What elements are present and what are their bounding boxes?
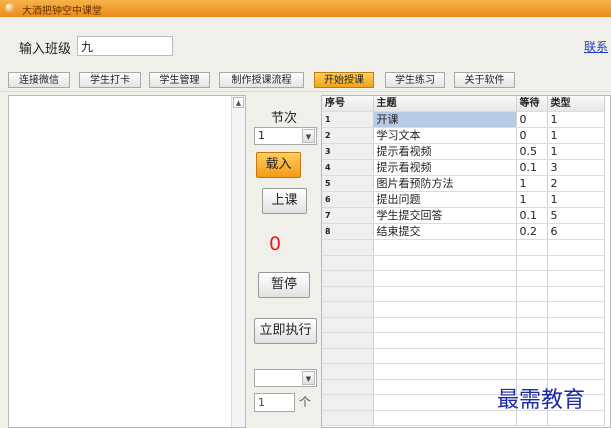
cell-topic[interactable]: 结束提交 bbox=[373, 223, 517, 240]
cell-wait[interactable]: 1 bbox=[516, 175, 548, 192]
cell-wait[interactable]: 0.2 bbox=[516, 223, 548, 240]
cell-wait[interactable]: 1 bbox=[516, 191, 548, 208]
cell-topic[interactable]: 图片看预防方法 bbox=[373, 175, 517, 192]
table-row[interactable]: 8 结束提交 0.2 6 bbox=[322, 223, 605, 240]
cell-type[interactable]: 6 bbox=[547, 223, 605, 240]
row-number: 7 bbox=[322, 207, 374, 224]
table-row-empty[interactable] bbox=[322, 239, 605, 256]
cell-type[interactable]: 1 bbox=[547, 143, 605, 160]
window-title: 大酒把钟空中课堂 bbox=[22, 6, 102, 17]
table-row[interactable]: 2 学习文本 0 1 bbox=[322, 127, 605, 144]
row-number: 3 bbox=[322, 143, 374, 160]
cell-wait[interactable]: 0.1 bbox=[516, 207, 548, 224]
cell-topic[interactable]: 提示看视频 bbox=[373, 143, 517, 160]
column-header-type[interactable]: 类型 bbox=[547, 96, 605, 112]
cell-topic[interactable]: 提示看视频 bbox=[373, 159, 517, 176]
cell-topic[interactable]: 提出问题 bbox=[373, 191, 517, 208]
extra-select[interactable]: ▼ bbox=[254, 369, 317, 387]
message-panel[interactable]: ▲ bbox=[8, 95, 246, 428]
chevron-down-icon[interactable]: ▼ bbox=[302, 129, 315, 143]
table-row[interactable]: 3 提示看视频 0.5 1 bbox=[322, 143, 605, 160]
class-input-label: 输入班级 bbox=[19, 42, 72, 57]
table-row-empty[interactable] bbox=[322, 286, 605, 302]
cell-wait[interactable]: 0.5 bbox=[516, 143, 548, 160]
row-number: 1 bbox=[322, 111, 374, 128]
cell-topic[interactable]: 学生提交回答 bbox=[373, 207, 517, 224]
row-number: 4 bbox=[322, 159, 374, 176]
contact-link[interactable]: 联系 bbox=[584, 38, 608, 55]
execute-now-button[interactable]: 立即执行 bbox=[254, 318, 317, 344]
about-software-button[interactable]: 关于软件 bbox=[454, 72, 515, 88]
cell-type[interactable]: 1 bbox=[547, 111, 605, 128]
message-panel-scrollbar[interactable]: ▲ bbox=[231, 96, 245, 427]
table-header-row: 序号 主题 等待 类型 bbox=[322, 96, 605, 112]
main-toolbar: 连接微信 学生打卡 学生管理 制作授课流程 开始授课 学生练习 关于软件 bbox=[0, 72, 611, 89]
scroll-up-icon[interactable]: ▲ bbox=[233, 97, 244, 108]
cell-type[interactable]: 2 bbox=[547, 175, 605, 192]
cell-wait[interactable]: 0.1 bbox=[516, 159, 548, 176]
student-practice-button[interactable]: 学生练习 bbox=[385, 72, 445, 88]
cell-type[interactable]: 1 bbox=[547, 127, 605, 144]
progress-counter: 0 bbox=[268, 233, 282, 255]
cell-wait[interactable]: 0 bbox=[516, 127, 548, 144]
app-icon bbox=[5, 3, 15, 13]
column-header-topic[interactable]: 主题 bbox=[373, 96, 517, 112]
student-manage-button[interactable]: 学生管理 bbox=[149, 72, 210, 88]
count-unit: 个 bbox=[299, 395, 312, 409]
table-row[interactable]: 5 图片看预防方法 1 2 bbox=[322, 175, 605, 192]
start-lesson-button[interactable]: 开始授课 bbox=[314, 72, 374, 88]
title-bar: 大酒把钟空中课堂 bbox=[0, 0, 611, 17]
row-number: 2 bbox=[322, 127, 374, 144]
cell-wait[interactable]: 0 bbox=[516, 111, 548, 128]
table-row[interactable]: 6 提出问题 1 1 bbox=[322, 191, 605, 208]
table-row-empty[interactable] bbox=[322, 317, 605, 333]
count-input[interactable]: 1 bbox=[254, 393, 295, 412]
table-row-empty[interactable] bbox=[322, 348, 605, 364]
cell-type[interactable]: 5 bbox=[547, 207, 605, 224]
column-header-no[interactable]: 序号 bbox=[322, 96, 374, 112]
table-row-empty[interactable] bbox=[322, 301, 605, 318]
start-class-button[interactable]: 上课 bbox=[262, 188, 307, 214]
toolbar-divider bbox=[0, 91, 611, 92]
table-row-empty[interactable] bbox=[322, 255, 605, 271]
cell-type[interactable]: 1 bbox=[547, 191, 605, 208]
row-number: 8 bbox=[322, 223, 374, 240]
pause-button[interactable]: 暂停 bbox=[258, 272, 310, 298]
table-row-empty[interactable] bbox=[322, 363, 605, 380]
load-button[interactable]: 载入 bbox=[256, 152, 301, 178]
make-lesson-flow-button[interactable]: 制作授课流程 bbox=[219, 72, 304, 88]
table-row-empty[interactable] bbox=[322, 270, 605, 287]
table-row-empty[interactable] bbox=[322, 332, 605, 349]
session-label: 节次 bbox=[271, 111, 298, 126]
row-number: 5 bbox=[322, 175, 374, 192]
lesson-flow-table: 序号 主题 等待 类型 1 开课 0 1 2 学习文本 0 1 3 提示看视频 bbox=[321, 95, 611, 428]
class-input[interactable]: 九 bbox=[77, 36, 173, 56]
cell-topic[interactable]: 学习文本 bbox=[373, 127, 517, 144]
column-header-wait[interactable]: 等待 bbox=[516, 96, 548, 112]
table-row[interactable]: 1 开课 0 1 bbox=[322, 111, 605, 128]
watermark-text: 最需教育 bbox=[497, 388, 586, 413]
session-select-value: 1 bbox=[258, 129, 265, 142]
cell-type[interactable]: 3 bbox=[547, 159, 605, 176]
chevron-down-icon[interactable]: ▼ bbox=[302, 371, 315, 385]
connect-wechat-button[interactable]: 连接微信 bbox=[8, 72, 70, 88]
row-number: 6 bbox=[322, 191, 374, 208]
table-row[interactable]: 4 提示看视频 0.1 3 bbox=[322, 159, 605, 176]
table-row[interactable]: 7 学生提交回答 0.1 5 bbox=[322, 207, 605, 224]
session-select[interactable]: 1 ▼ bbox=[254, 127, 317, 145]
student-checkin-button[interactable]: 学生打卡 bbox=[79, 72, 141, 88]
cell-topic[interactable]: 开课 bbox=[373, 111, 517, 128]
